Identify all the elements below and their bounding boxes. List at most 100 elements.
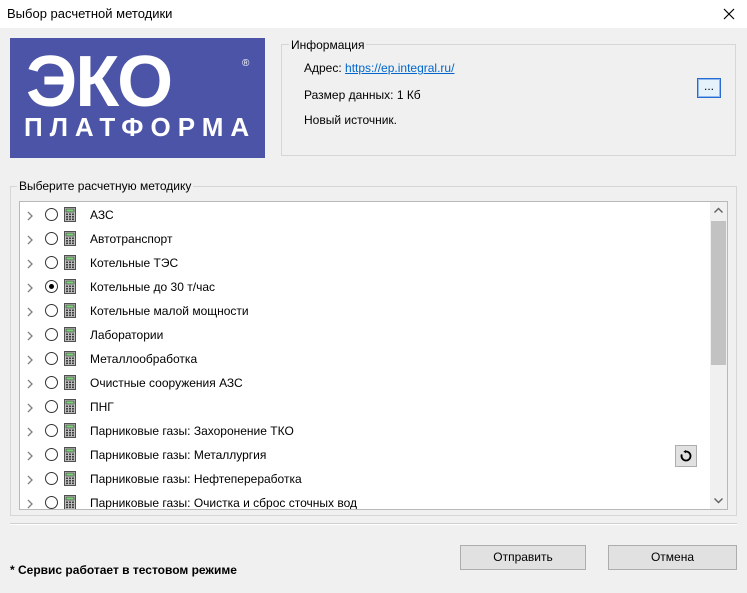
size-line: Размер данных: 1 Кб xyxy=(304,88,421,102)
vertical-scrollbar[interactable] xyxy=(710,202,727,509)
method-radio[interactable] xyxy=(45,328,58,341)
chevron-right-icon xyxy=(27,499,33,509)
chevron-right-icon xyxy=(27,307,33,317)
method-item[interactable]: Лаборатории xyxy=(20,323,710,347)
method-radio[interactable] xyxy=(45,400,58,413)
expand-toggle[interactable] xyxy=(26,258,34,272)
method-radio[interactable] xyxy=(45,472,58,485)
calculator-icon xyxy=(64,399,76,414)
method-radio[interactable] xyxy=(45,256,58,269)
footer-separator xyxy=(10,523,737,525)
method-item[interactable]: Котельные ТЭС xyxy=(20,251,710,275)
refresh-icon xyxy=(680,450,692,462)
method-label: Очистные сооружения АЗС xyxy=(90,376,243,390)
window-title: Выбор расчетной методики xyxy=(7,6,173,21)
method-radio[interactable] xyxy=(45,448,58,461)
method-label: Автотранспорт xyxy=(90,232,173,246)
chevron-right-icon xyxy=(27,451,33,461)
calculator-icon xyxy=(64,327,76,342)
calculator-icon xyxy=(64,279,76,294)
browse-button[interactable]: ... xyxy=(697,78,721,98)
expand-toggle[interactable] xyxy=(26,498,34,509)
expand-toggle[interactable] xyxy=(26,474,34,488)
calculator-icon xyxy=(64,375,76,390)
chevron-up-icon xyxy=(714,207,723,213)
method-item[interactable]: АЗС xyxy=(20,203,710,227)
method-label: Котельные ТЭС xyxy=(90,256,179,270)
method-group-legend: Выберите расчетную методику xyxy=(17,179,194,193)
calculator-icon-wrap xyxy=(64,327,76,345)
method-radio[interactable] xyxy=(45,352,58,365)
chevron-right-icon xyxy=(27,403,33,413)
calculator-icon-wrap xyxy=(64,279,76,297)
expand-toggle[interactable] xyxy=(26,426,34,440)
submit-button[interactable]: Отправить xyxy=(460,545,586,570)
calculator-icon xyxy=(64,231,76,246)
expand-toggle[interactable] xyxy=(26,306,34,320)
method-item[interactable]: Парниковые газы: Очистка и сброс сточных… xyxy=(20,491,710,509)
calculator-icon xyxy=(64,423,76,438)
chevron-right-icon xyxy=(27,211,33,221)
expand-toggle[interactable] xyxy=(26,354,34,368)
calculator-icon xyxy=(64,207,76,222)
size-value: 1 Кб xyxy=(396,88,421,102)
expand-toggle[interactable] xyxy=(26,402,34,416)
method-item[interactable]: Автотранспорт xyxy=(20,227,710,251)
close-icon xyxy=(723,8,735,20)
method-radio[interactable] xyxy=(45,208,58,221)
chevron-right-icon xyxy=(27,355,33,365)
refresh-button[interactable] xyxy=(675,445,697,467)
close-button[interactable] xyxy=(711,0,747,28)
expand-toggle[interactable] xyxy=(26,450,34,464)
method-radio[interactable] xyxy=(45,280,58,293)
method-label: Котельные до 30 т/час xyxy=(90,280,215,294)
expand-toggle[interactable] xyxy=(26,378,34,392)
cancel-button[interactable]: Отмена xyxy=(608,545,737,570)
calculator-icon-wrap xyxy=(64,303,76,321)
method-radio[interactable] xyxy=(45,232,58,245)
method-item[interactable]: ПНГ xyxy=(20,395,710,419)
expand-toggle[interactable] xyxy=(26,234,34,248)
address-link[interactable]: https://ep.integral.ru/ xyxy=(345,61,454,75)
info-group-legend: Информация xyxy=(289,38,367,52)
method-radio[interactable] xyxy=(45,424,58,437)
chevron-right-icon xyxy=(27,331,33,341)
scroll-up-button[interactable] xyxy=(710,202,727,219)
method-label: ПНГ xyxy=(90,400,114,414)
method-radio[interactable] xyxy=(45,376,58,389)
expand-toggle[interactable] xyxy=(26,210,34,224)
method-item[interactable]: Парниковые газы: Металлургия xyxy=(20,443,710,467)
calculator-icon xyxy=(64,255,76,270)
calculator-icon-wrap xyxy=(64,471,76,489)
chevron-down-icon xyxy=(714,498,723,504)
expand-toggle[interactable] xyxy=(26,282,34,296)
method-label: Парниковые газы: Захоронение ТКО xyxy=(90,424,294,438)
calculator-icon-wrap xyxy=(64,255,76,273)
method-item[interactable]: Парниковые газы: Нефтепереработка xyxy=(20,467,710,491)
method-label: АЗС xyxy=(90,208,114,222)
method-item[interactable]: Котельные малой мощности xyxy=(20,299,710,323)
chevron-right-icon xyxy=(27,259,33,269)
method-item[interactable]: Очистные сооружения АЗС xyxy=(20,371,710,395)
method-radio[interactable] xyxy=(45,304,58,317)
method-label: Лаборатории xyxy=(90,328,164,342)
scroll-thumb[interactable] xyxy=(711,221,726,365)
method-list: АЗС Автотранспорт Котельные ТЭС Котельные д… xyxy=(19,201,728,510)
calculator-icon-wrap xyxy=(64,375,76,393)
chevron-right-icon xyxy=(27,235,33,245)
logo-main-text: ЭКО xyxy=(26,42,173,122)
method-item[interactable]: Металлообработка xyxy=(20,347,710,371)
chevron-right-icon xyxy=(27,475,33,485)
method-item[interactable]: Котельные до 30 т/час xyxy=(20,275,710,299)
chevron-right-icon xyxy=(27,283,33,293)
source-text: Новый источник. xyxy=(304,113,398,127)
logo-sub-text: ПЛАТФОРМА xyxy=(24,112,257,142)
method-radio[interactable] xyxy=(45,496,58,509)
calculator-icon-wrap xyxy=(64,399,76,417)
method-item[interactable]: Парниковые газы: Захоронение ТКО xyxy=(20,419,710,443)
scroll-down-button[interactable] xyxy=(710,492,727,509)
calculator-icon-wrap xyxy=(64,207,76,225)
calculator-icon xyxy=(64,351,76,366)
calculator-icon-wrap xyxy=(64,351,76,369)
expand-toggle[interactable] xyxy=(26,330,34,344)
